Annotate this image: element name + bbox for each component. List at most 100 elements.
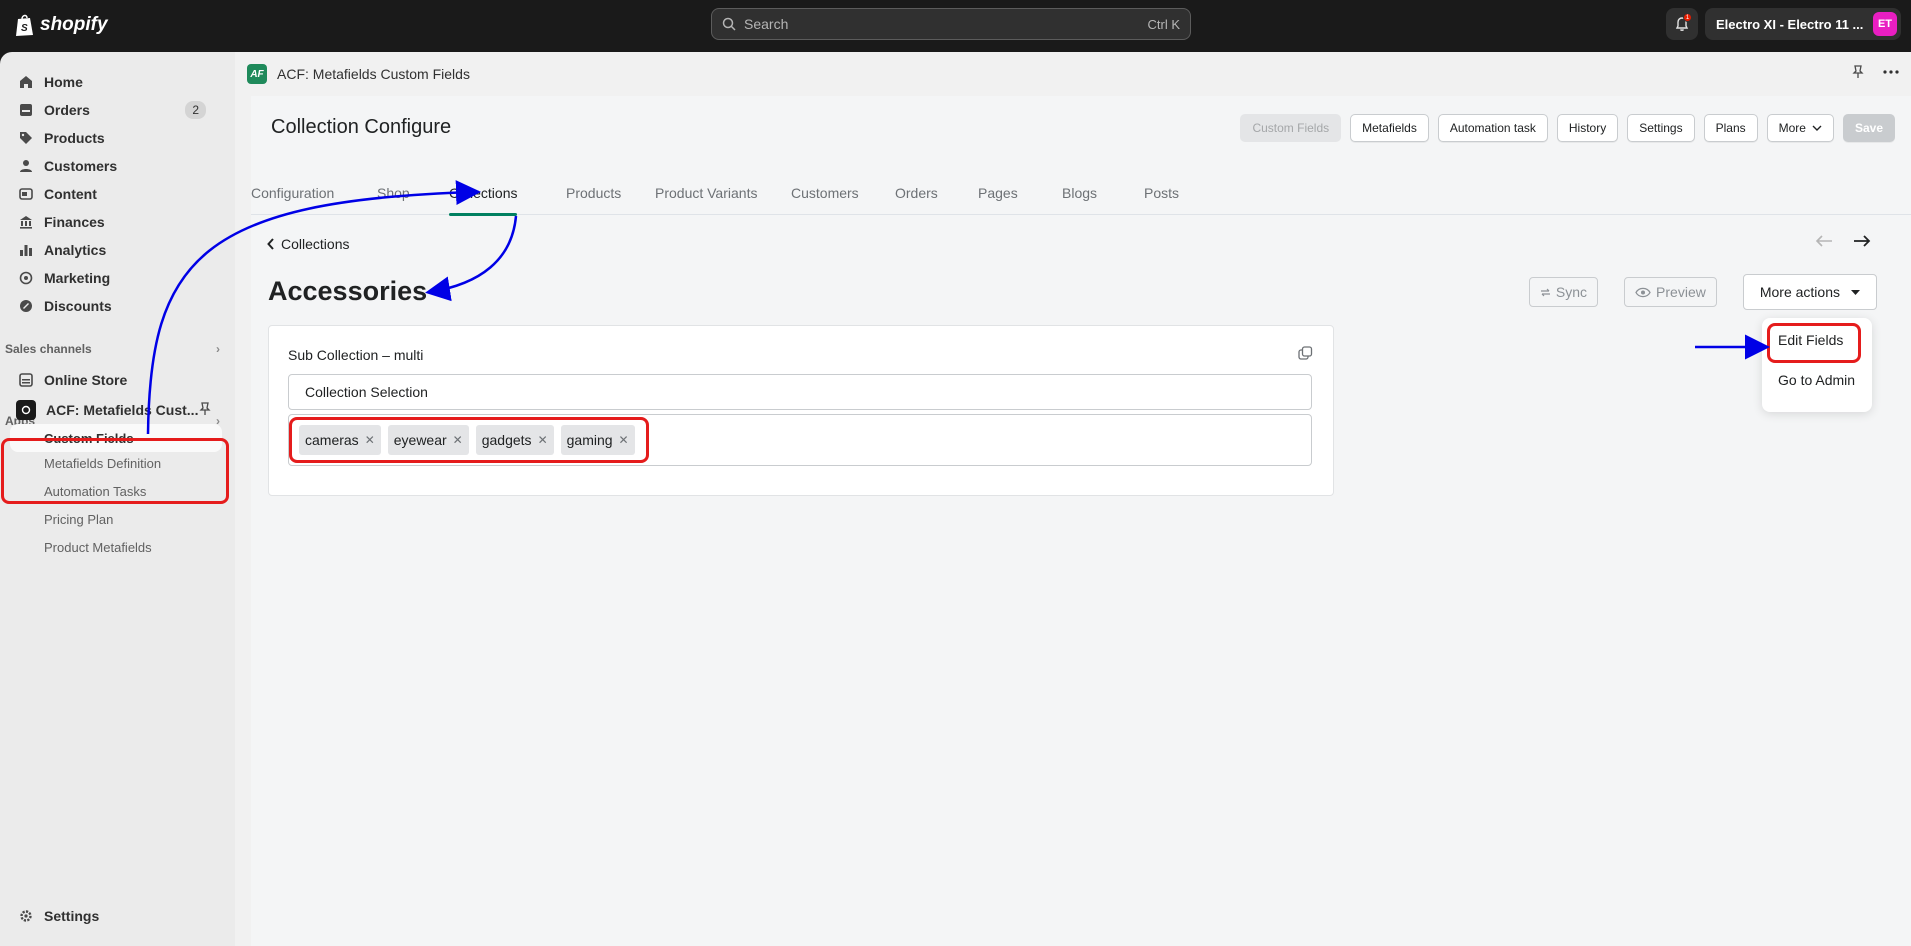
gear-icon [16, 906, 36, 926]
app-header-title: ACF: Metafields Custom Fields [277, 66, 470, 82]
metafields-button[interactable]: Metafields [1350, 114, 1429, 142]
top-bar: S shopify Search Ctrl K 1 Electro XI - E… [0, 0, 1911, 52]
tab-configuration[interactable]: Configuration [251, 171, 334, 215]
search-placeholder: Search [744, 16, 789, 32]
sidebar-item-online-store[interactable]: Online Store [16, 366, 127, 394]
sidebar-item-content[interactable]: Content [16, 180, 97, 208]
sidebar-item-label: Home [44, 74, 83, 90]
content-icon [16, 184, 36, 204]
preview-label: Preview [1656, 284, 1706, 300]
notification-badge: 1 [1683, 13, 1692, 22]
app-content: Collection Configure Custom Fields Metaf… [251, 96, 1911, 946]
home-icon [16, 72, 36, 92]
acf-app-icon [16, 400, 36, 420]
eye-icon [1635, 287, 1651, 297]
sidebar-item-home[interactable]: Home [16, 68, 83, 96]
sidebar-item-products[interactable]: Products [16, 124, 105, 152]
tab-orders[interactable]: Orders [895, 171, 938, 215]
notifications-button[interactable]: 1 [1666, 8, 1698, 40]
custom-fields-button[interactable]: Custom Fields [1240, 114, 1342, 142]
chart-icon [16, 240, 36, 260]
sidebar-item-finances[interactable]: Finances [16, 208, 105, 236]
svg-text:S: S [21, 23, 28, 34]
record-pagination [1815, 234, 1871, 248]
sidebar-subitem-product-metafields[interactable]: Product Metafields [44, 540, 152, 555]
orders-icon [16, 100, 36, 120]
tab-blogs[interactable]: Blogs [1062, 171, 1097, 215]
arrow-right-icon[interactable] [1853, 234, 1871, 248]
tab-shop[interactable]: Shop [377, 171, 410, 215]
sidebar-item-label: Content [44, 186, 97, 202]
store-switcher[interactable]: Electro XI - Electro 11 ... ET [1705, 8, 1901, 40]
store-name: Electro XI - Electro 11 ... [1716, 16, 1864, 32]
sidebar-subitem-pricing-plan[interactable]: Pricing Plan [44, 512, 113, 527]
more-button[interactable]: More [1766, 114, 1834, 142]
person-icon [16, 156, 36, 176]
sidebar-item-label: Discounts [44, 298, 112, 314]
sidebar-item-label: Products [44, 130, 105, 146]
more-actions-label: More actions [1759, 284, 1840, 300]
back-label: Collections [281, 236, 350, 252]
sidebar-item-label: Settings [44, 908, 100, 924]
search-shortcut: Ctrl K [1147, 16, 1181, 32]
main-area: AF ACF: Metafields Custom Fields Collect… [235, 52, 1911, 946]
tab-bar: Configuration Shop Collections Products … [251, 171, 1911, 216]
plans-button[interactable]: Plans [1703, 114, 1758, 142]
sidebar: Home Orders 2 Products Customers Content… [0, 52, 235, 946]
sales-channels-label: Sales channels [5, 342, 92, 356]
annotation-highlight-app [1, 438, 229, 504]
tab-posts[interactable]: Posts [1144, 171, 1179, 215]
discount-icon [16, 296, 36, 316]
page-actions: Custom Fields Metafields Automation task… [1240, 114, 1895, 142]
sidebar-item-marketing[interactable]: Marketing [16, 264, 110, 292]
tab-pages[interactable]: Pages [978, 171, 1018, 215]
chevron-right-icon: › [216, 342, 220, 356]
back-link[interactable]: Collections [267, 236, 349, 252]
sidebar-item-label: Analytics [44, 242, 107, 258]
automation-task-button[interactable]: Automation task [1437, 114, 1548, 142]
menu-item-go-to-admin[interactable]: Go to Admin [1778, 372, 1855, 388]
app-header: AF ACF: Metafields Custom Fields [235, 52, 1911, 96]
save-button[interactable]: Save [1842, 114, 1895, 142]
avatar: ET [1873, 12, 1897, 36]
tab-customers[interactable]: Customers [791, 171, 859, 215]
sidebar-item-orders[interactable]: Orders 2 [16, 96, 220, 124]
sidebar-item-discounts[interactable]: Discounts [16, 292, 112, 320]
tab-collections[interactable]: Collections [449, 171, 518, 216]
more-actions-menu: Edit Fields Go to Admin [1762, 318, 1872, 412]
annotation-highlight-edit-fields [1767, 323, 1861, 363]
logo-text: shopify [40, 14, 108, 35]
history-button[interactable]: History [1556, 114, 1619, 142]
acf-logo-icon: AF [247, 64, 267, 84]
pin-icon[interactable] [198, 401, 212, 419]
tab-products[interactable]: Products [566, 171, 621, 215]
sidebar-item-acf-app[interactable]: ACF: Metafields Cust... [10, 396, 222, 424]
settings-button[interactable]: Settings [1627, 114, 1695, 142]
sidebar-item-label: Customers [44, 158, 118, 174]
preview-button[interactable]: Preview [1624, 277, 1717, 307]
sidebar-item-settings[interactable]: Settings [16, 902, 99, 930]
sidebar-item-analytics[interactable]: Analytics [16, 236, 106, 264]
page-title: Collection Configure [271, 116, 452, 138]
shopify-logo[interactable]: S shopify [14, 13, 108, 37]
tab-product-variants[interactable]: Product Variants [655, 171, 757, 215]
shopify-bag-icon: S [16, 14, 33, 36]
search-input[interactable]: Search Ctrl K [711, 8, 1191, 40]
pin-icon[interactable] [1851, 65, 1865, 79]
sales-channels-header[interactable]: Sales channels › [5, 342, 220, 356]
collection-select-input[interactable]: Collection Selection [288, 374, 1312, 410]
field-label: Sub Collection – multi [288, 347, 424, 363]
annotation-highlight-tags [289, 417, 649, 463]
copy-icon[interactable] [1298, 346, 1313, 364]
more-horizontal-icon[interactable] [1883, 70, 1899, 74]
sidebar-item-customers[interactable]: Customers [16, 152, 117, 180]
app-name: ACF: Metafields Cust... [46, 402, 199, 418]
sync-label: Sync [1555, 284, 1588, 300]
chevron-down-icon [1812, 125, 1822, 131]
sync-button[interactable]: Sync [1528, 277, 1599, 307]
sidebar-item-label: Marketing [44, 270, 111, 286]
more-actions-button[interactable]: More actions [1742, 274, 1877, 310]
tags-field[interactable]: cameras ✕ eyewear ✕ gadgets ✕ gaming ✕ [288, 414, 1312, 466]
orders-count-badge: 2 [185, 101, 206, 119]
arrow-left-icon[interactable] [1815, 234, 1833, 248]
